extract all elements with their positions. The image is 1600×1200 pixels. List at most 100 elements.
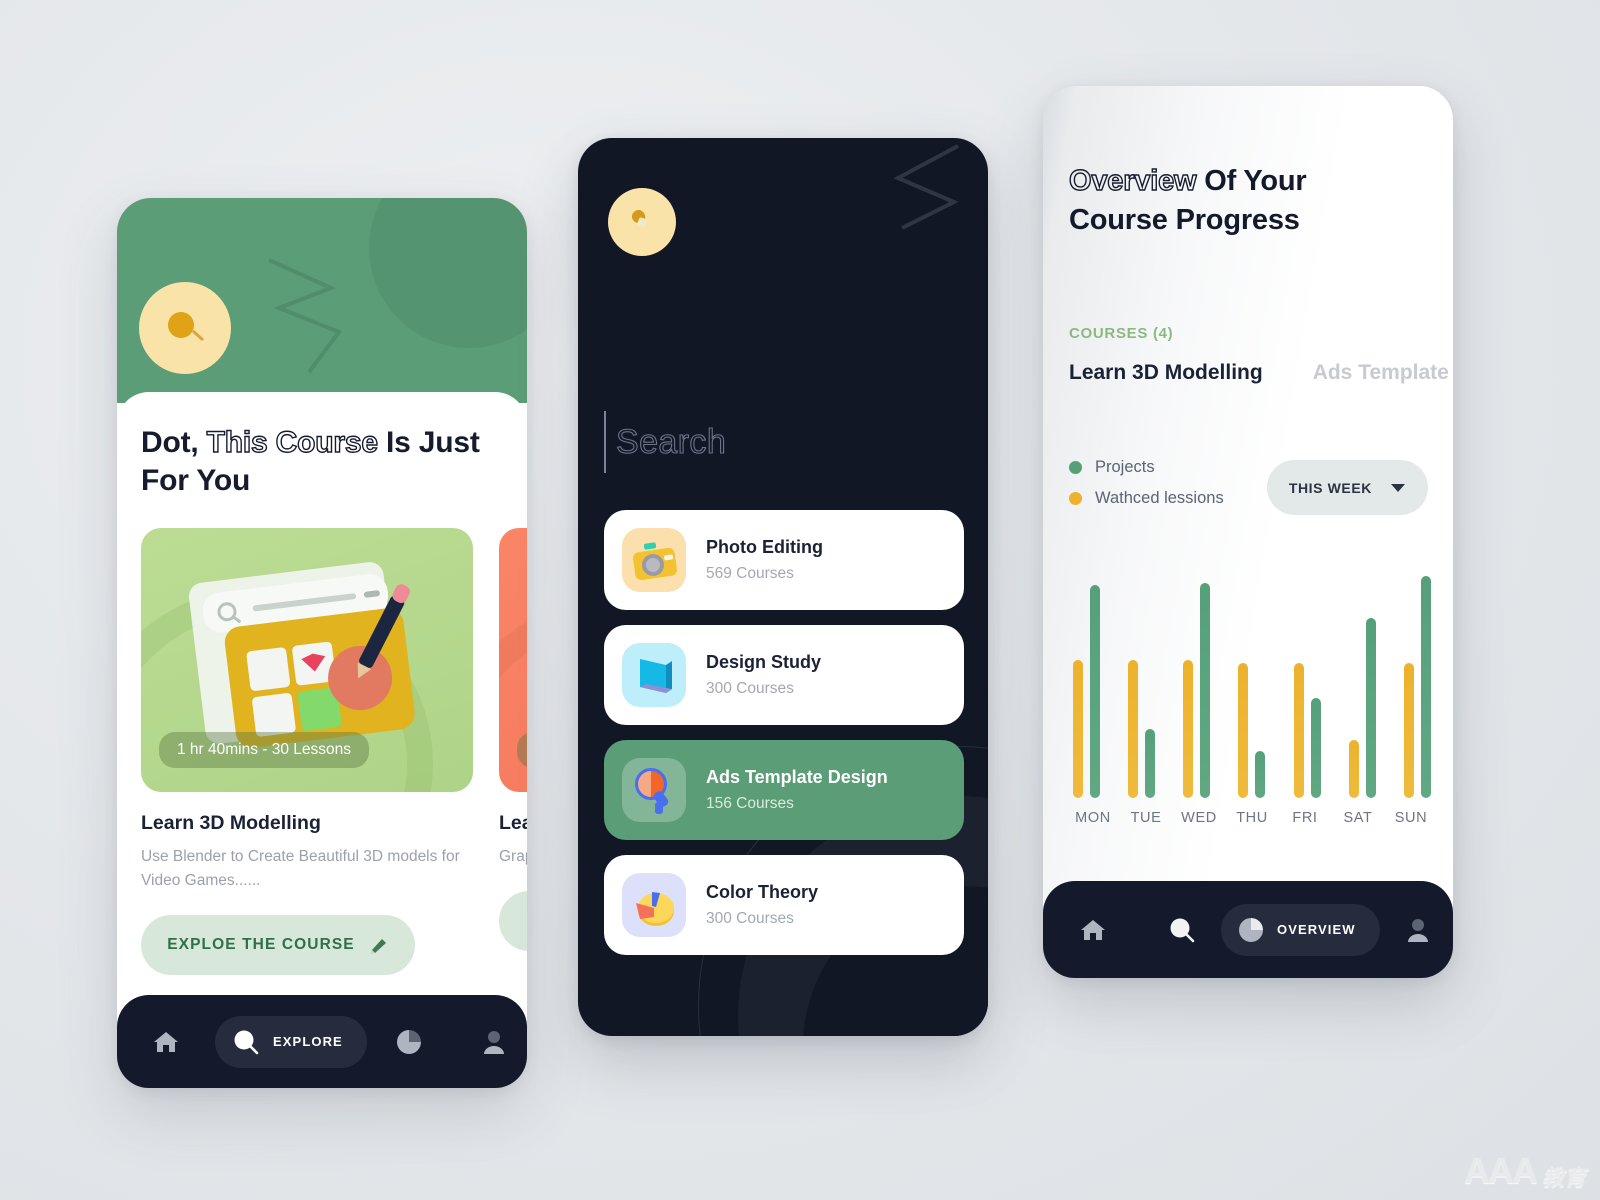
- course-duration-badge: 1 hr 40mins - 30 Lessons: [159, 732, 370, 768]
- course-thumbnail: 1 hr 40mins - 30 Lessons: [141, 528, 473, 792]
- list-item[interactable]: Photo Editing 569 Courses: [604, 510, 964, 610]
- nav-item-overview[interactable]: OVERVIEW: [1221, 903, 1380, 956]
- profile-icon: [484, 1030, 505, 1054]
- chart-bar: [1073, 660, 1083, 798]
- search-input[interactable]: Search: [604, 406, 726, 478]
- chart-bar-group: [1403, 576, 1431, 798]
- bottom-navigation[interactable]: OVERVIEW: [1043, 881, 1453, 978]
- chart-x-tick: MON: [1075, 810, 1111, 826]
- zigzag-decoration: [893, 144, 959, 230]
- list-item[interactable]: Ads Template Design 156 Courses: [604, 740, 964, 840]
- chart-bar: [1238, 662, 1249, 798]
- legend-swatch-projects: [1069, 461, 1082, 474]
- title-outlined-part: This Course: [206, 425, 379, 459]
- chart-bar-group: [1348, 618, 1376, 798]
- page-title: Overview Of Your Course Progress: [1068, 162, 1409, 239]
- bottom-navigation[interactable]: EXPLORE: [117, 995, 527, 1088]
- tab-ads-template[interactable]: Ads Template: [1313, 361, 1449, 385]
- chart-bar-group: [1238, 662, 1266, 798]
- nav-item-profile[interactable]: [1380, 916, 1456, 944]
- chart-x-axis: MON TUE WED THU FRI SAT SUN: [1065, 810, 1439, 826]
- explore-course-button[interactable]: EXPLOE THE COURSE: [141, 915, 415, 976]
- nav-item-explore-label: EXPLORE: [273, 1034, 343, 1049]
- chart-bar: [1348, 740, 1359, 798]
- avatar[interactable]: [139, 282, 231, 374]
- pie-chart-icon: [1239, 917, 1263, 942]
- category-list[interactable]: Photo Editing 569 Courses Design Study 3…: [604, 510, 964, 970]
- courses-count-label: COURSES (4): [1069, 325, 1174, 342]
- time-range-value: THIS WEEK: [1288, 479, 1372, 496]
- avatar[interactable]: [608, 188, 676, 256]
- phone-overview-screen: Overview Of Your Course Progress COURSES…: [1043, 86, 1453, 978]
- page-title: Dot, This Course Is Just For You: [141, 424, 481, 500]
- magnifier-handle-icon: [191, 329, 205, 342]
- nav-item-overview-label: OVERVIEW: [1277, 922, 1356, 937]
- category-count: 156 Courses: [706, 795, 794, 812]
- pie-icon: [622, 873, 686, 937]
- chart-bar: [1310, 698, 1321, 798]
- category-count: 300 Courses: [706, 680, 794, 697]
- legend-item-watched: Wathced lessions: [1069, 489, 1224, 508]
- title-outlined-part: Overview: [1068, 164, 1197, 197]
- chart-bar: [1090, 584, 1100, 798]
- chart-bar-group: [1073, 584, 1100, 798]
- legend-item-projects: Projects: [1069, 458, 1224, 477]
- explore-course-button[interactable]: EXPLOE THE COURSE: [499, 891, 527, 952]
- course-card[interactable]: 1 hr 40mins - 30 Lessons Learn 3D Modell…: [141, 528, 473, 976]
- category-name: Photo Editing: [706, 537, 823, 557]
- time-range-select[interactable]: THIS WEEK: [1266, 460, 1428, 515]
- nav-item-profile[interactable]: [452, 1028, 537, 1056]
- chevron-down-icon: [1391, 483, 1405, 492]
- search-icon: [234, 1030, 259, 1054]
- category-count: 300 Courses: [706, 910, 794, 927]
- chart-bar-group: [1293, 662, 1321, 798]
- title-greeting: Dot,: [141, 426, 199, 459]
- list-item[interactable]: Design Study 300 Courses: [604, 625, 964, 725]
- chart-bar: [1128, 660, 1139, 798]
- category-name: Ads Template Design: [706, 767, 888, 787]
- course-card-carousel[interactable]: 1 hr 40mins - 30 Lessons Learn 3D Modell…: [141, 528, 527, 976]
- category-count: 569 Courses: [706, 565, 794, 582]
- legend-label-watched: Wathced lessions: [1095, 489, 1224, 507]
- watermark-text: AAA: [1463, 1150, 1538, 1191]
- design-illustration-icon: [188, 562, 415, 748]
- chart-bar-group: [1183, 582, 1211, 798]
- profile-icon: [1407, 918, 1428, 942]
- magnifier-icon: [168, 312, 194, 338]
- chart-legend: Projects Wathced lessions: [1069, 458, 1224, 520]
- phone-search-screen: Search Photo Editing 569 Courses Design …: [578, 138, 988, 1036]
- nav-item-overview[interactable]: [367, 1028, 452, 1056]
- chart-bar: [1293, 662, 1304, 798]
- course-title: Learn Graphic Design: [499, 812, 527, 834]
- chart-bar: [1420, 576, 1431, 798]
- list-item[interactable]: Color Theory 300 Courses: [604, 855, 964, 955]
- home-icon: [1081, 919, 1105, 940]
- text-caret: [604, 411, 606, 473]
- watermark: AAA 教育: [1464, 1150, 1586, 1192]
- course-card[interactable]: 1 hr Learn Graphic Design Graphic Design…: [499, 528, 527, 952]
- chart-x-tick: THU: [1236, 810, 1268, 826]
- course-tabs[interactable]: Learn 3D Modelling Ads Template: [1069, 361, 1449, 385]
- camera-icon: [622, 528, 686, 592]
- weekly-progress-chart: MON TUE WED THU FRI SAT SUN: [1065, 571, 1439, 826]
- chart-x-tick: SAT: [1343, 810, 1373, 826]
- chart-x-tick: WED: [1181, 810, 1217, 826]
- nav-item-home[interactable]: [117, 1027, 215, 1057]
- rocket-icon: [370, 939, 386, 955]
- course-duration-badge: 1 hr: [517, 732, 527, 768]
- nav-item-search[interactable]: [1143, 915, 1221, 945]
- chart-x-tick: SUN: [1394, 810, 1428, 826]
- chart-x-tick: FRI: [1292, 810, 1318, 826]
- course-thumbnail: 1 hr: [499, 528, 527, 792]
- book-icon: [622, 643, 686, 707]
- legend-swatch-watched: [1069, 492, 1082, 505]
- course-description: Graphic Design Made Easy......: [499, 848, 527, 865]
- chart-bar: [1145, 729, 1156, 798]
- nav-item-explore[interactable]: EXPLORE: [215, 1015, 367, 1068]
- tab-learn-3d-modelling[interactable]: Learn 3D Modelling: [1069, 361, 1263, 385]
- watermark-cn: 教育: [1541, 1165, 1586, 1190]
- explore-course-label: EXPLOE THE COURSE: [167, 936, 355, 954]
- nav-item-home[interactable]: [1043, 915, 1143, 945]
- chart-bar: [1365, 618, 1376, 798]
- chart-bar: [1255, 751, 1266, 798]
